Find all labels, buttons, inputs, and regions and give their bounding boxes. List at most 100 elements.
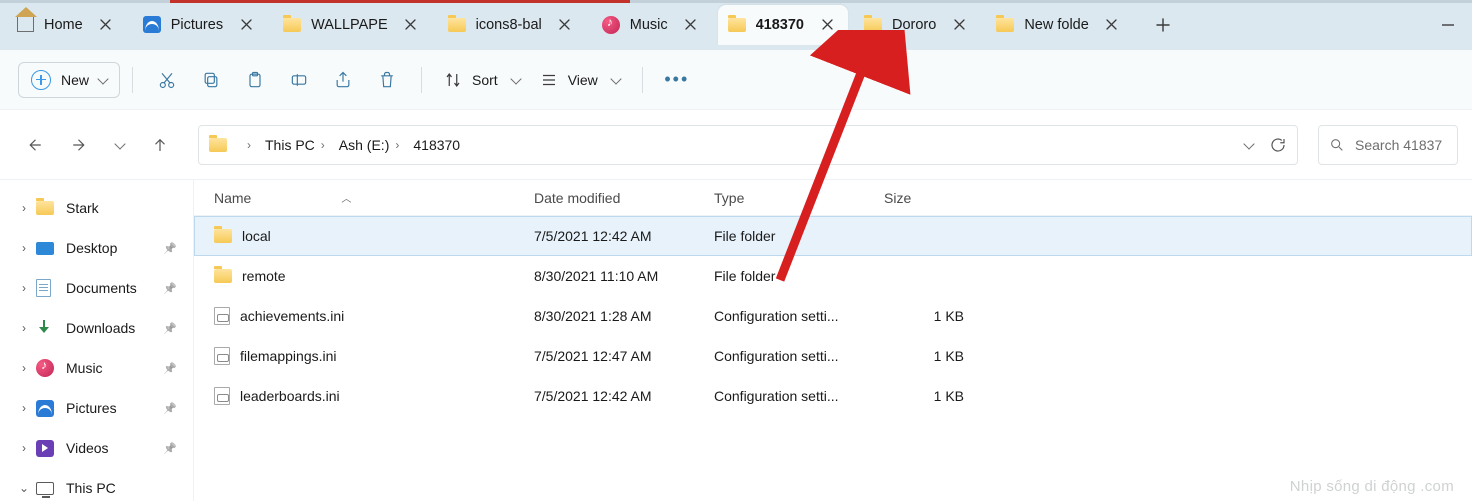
col-name[interactable]: Name [214,190,251,206]
breadcrumb-segment[interactable]: This PC› [263,137,333,153]
close-icon[interactable] [946,12,972,38]
close-icon[interactable] [233,12,259,38]
close-icon[interactable] [398,12,424,38]
chevron-right-icon[interactable]: › [18,241,30,255]
chevron-right-icon[interactable]: › [18,441,30,455]
sort-indicator-icon: ︿ [341,190,351,205]
doc-icon [36,279,51,297]
tab-home[interactable]: Home [6,5,127,45]
tab-pictures[interactable]: Pictures [133,5,267,45]
close-icon[interactable] [678,12,704,38]
col-size[interactable]: Size [884,190,911,206]
add-tab-button[interactable] [1141,5,1185,45]
chevron-right-icon[interactable]: › [18,281,30,295]
copy-button[interactable] [189,62,233,98]
sort-label: Sort [472,72,498,88]
chevron-down-icon[interactable]: ⌄ [18,481,30,495]
file-row[interactable]: remote 8/30/2021 11:10 AMFile folder [194,256,1472,296]
sidebar-item-this-pc[interactable]: ⌄This PC [0,468,193,501]
sidebar-item-downloads[interactable]: ›Downloads📌 [0,308,193,348]
forward-button[interactable] [60,125,100,165]
tab-music[interactable]: Music [592,5,712,45]
chevron-right-icon[interactable]: › [18,321,30,335]
column-headers[interactable]: Name ︿ Date modified Type Size [194,180,1472,216]
chevron-right-icon[interactable]: › [18,361,30,375]
chevron-right-icon[interactable]: › [18,201,30,215]
recent-locations-button[interactable] [106,125,134,165]
file-size: 1 KB [884,308,1004,324]
new-button[interactable]: New [18,62,120,98]
address-bar[interactable]: › This PC›Ash (E:)›418370 [198,125,1298,165]
folder-icon [448,18,466,32]
file-row[interactable]: local7/5/2021 12:42 AMFile folder [194,216,1472,256]
chevron-down-icon [610,73,621,84]
file-size: 1 KB [884,388,1004,404]
tab-label: Music [630,17,668,33]
chevron-down-icon [97,73,108,84]
folder-icon [209,138,227,152]
tab-icons8-bal[interactable]: icons8-bal [438,5,586,45]
window-minimize-button[interactable] [1424,5,1472,45]
search-box[interactable]: Search 41837 [1318,125,1458,165]
view-button[interactable]: View [530,62,630,98]
file-row[interactable]: leaderboards.ini7/5/2021 12:42 AMConfigu… [194,376,1472,416]
file-modified: 8/30/2021 11:10 AM [534,268,714,284]
sidebar-item-label: Videos [66,440,109,456]
pc-icon [36,482,54,495]
file-name: remote [242,268,286,284]
file-modified: 7/5/2021 12:42 AM [534,388,714,404]
breadcrumb-segment[interactable]: Ash (E:)› [337,137,408,153]
delete-button[interactable] [365,62,409,98]
up-button[interactable] [140,125,180,165]
search-icon [1329,137,1345,153]
tab-label: New folde [1024,17,1088,33]
folder-icon [996,18,1014,32]
tab-dororo[interactable]: Dororo [854,5,980,45]
toolbar: New Sort View ••• [0,50,1472,110]
ini-icon [214,347,230,365]
close-icon[interactable] [552,12,578,38]
tab-418370[interactable]: 418370 [718,5,848,45]
close-icon[interactable] [1099,12,1125,38]
tab-wallpaper[interactable]: WALLPAPE [273,5,432,45]
file-type: Configuration setti... [714,388,884,404]
chevron-right-icon: › [321,138,325,152]
share-button[interactable] [321,62,365,98]
folder-icon [283,18,301,32]
close-icon[interactable] [93,12,119,38]
file-type: Configuration setti... [714,348,884,364]
chevron-down-icon[interactable] [1243,138,1254,149]
col-type[interactable]: Type [714,190,744,206]
music-icon [36,359,54,377]
tab-new-folde[interactable]: New folde [986,5,1132,45]
sidebar-item-stark[interactable]: › Stark [0,188,193,228]
rename-button[interactable] [277,62,321,98]
sidebar-item-documents[interactable]: ›Documents📌 [0,268,193,308]
sidebar-item-pictures[interactable]: ›Pictures📌 [0,388,193,428]
cut-button[interactable] [145,62,189,98]
pin-icon: 📌 [163,322,177,335]
paste-button[interactable] [233,62,277,98]
chevron-right-icon[interactable]: › [18,401,30,415]
file-name: local [242,228,271,244]
breadcrumb-segment[interactable]: 418370 [411,137,462,153]
sort-button[interactable]: Sort [434,62,530,98]
download-icon [36,320,52,336]
sidebar-item-videos[interactable]: › Videos 📌 [0,428,193,468]
more-button[interactable]: ••• [655,62,699,98]
col-modified[interactable]: Date modified [534,190,620,206]
sidebar-item-desktop[interactable]: ›Desktop📌 [0,228,193,268]
file-row[interactable]: achievements.ini8/30/2021 1:28 AMConfigu… [194,296,1472,336]
divider [421,67,422,93]
sidebar-item-music[interactable]: ›Music📌 [0,348,193,388]
sidebar: › Stark ›Desktop📌›Documents📌›Downloads📌›Mu… [0,180,194,501]
back-button[interactable] [14,125,54,165]
sidebar-item-label: Stark [66,200,99,216]
file-type: File folder [714,268,884,284]
plus-icon [31,70,51,90]
pin-icon: 📌 [163,442,177,455]
pictures-icon [36,400,54,417]
refresh-icon[interactable] [1269,136,1287,154]
file-row[interactable]: filemappings.ini7/5/2021 12:47 AMConfigu… [194,336,1472,376]
close-icon[interactable] [814,12,840,38]
